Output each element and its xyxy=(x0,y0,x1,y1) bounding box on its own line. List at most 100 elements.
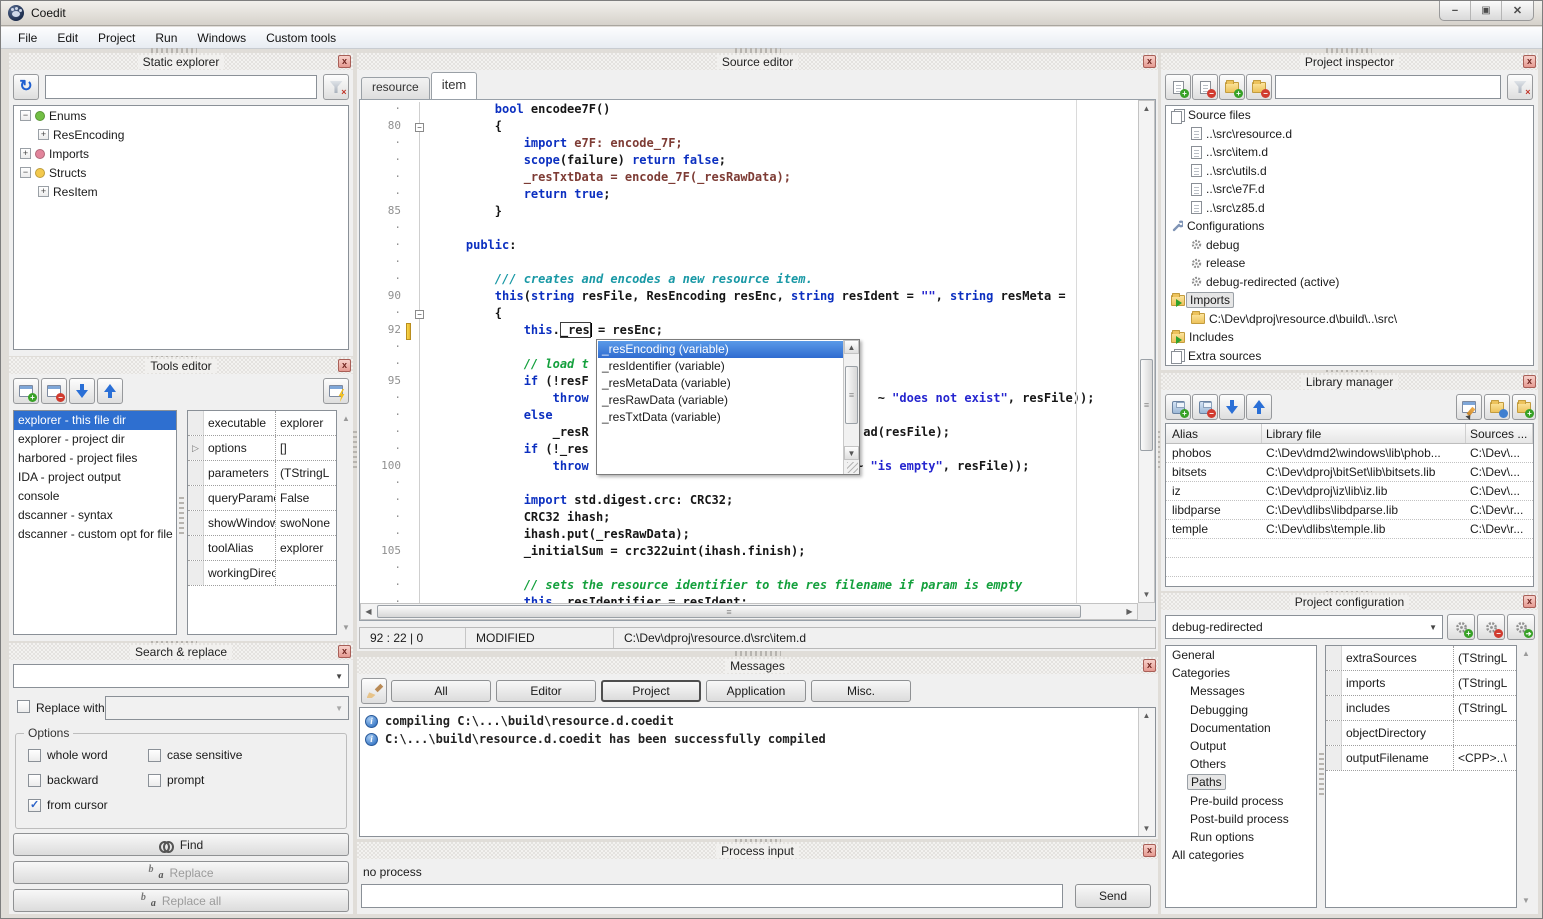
add-library-folder-button[interactable] xyxy=(1512,394,1536,420)
remove-config-button[interactable] xyxy=(1477,614,1505,640)
config-category-pre-build-process[interactable]: Pre-build process xyxy=(1166,792,1316,810)
tool-item-harbored-project-files[interactable]: harbored - project files xyxy=(14,449,176,468)
tool-item-dscanner-syntax[interactable]: dscanner - syntax xyxy=(14,506,176,525)
title-bar[interactable]: Coedit xyxy=(1,1,1542,26)
library-row-bitsets[interactable]: bitsetsC:\Dev\dproj\bitSet\lib\bitsets.l… xyxy=(1166,463,1533,482)
filter-project-button[interactable]: Project xyxy=(601,680,701,702)
tree-item-resencoding[interactable]: +ResEncoding xyxy=(14,125,348,144)
tool-item-console[interactable]: console xyxy=(14,487,176,506)
maximize-button[interactable] xyxy=(1471,1,1502,20)
column-header-sources[interactable]: Sources ... xyxy=(1466,424,1533,443)
property-value[interactable]: [] xyxy=(276,436,336,460)
tree-item-enums[interactable]: −Enums xyxy=(14,106,348,125)
menu-project[interactable]: Project xyxy=(89,28,144,48)
menu-edit[interactable]: Edit xyxy=(48,28,87,48)
library-row-iz[interactable]: izC:\Dev\dproj\iz\lib\iz.libC:\Dev\... xyxy=(1166,482,1533,501)
clone-config-button[interactable] xyxy=(1507,614,1535,640)
property-value[interactable]: swoNone xyxy=(276,511,336,535)
log-message[interactable]: C:\...\build\resource.d.coedit has been … xyxy=(360,730,1137,748)
config-category-run-options[interactable]: Run options xyxy=(1166,828,1316,846)
project-tree-item-src-z85-d[interactable]: ..\src\z85.d xyxy=(1166,199,1533,218)
completion-scroll-thumb[interactable] xyxy=(845,366,858,424)
configuration-combo[interactable]: debug-redirected xyxy=(1165,615,1443,639)
scroll-down-icon[interactable]: ▼ xyxy=(844,446,859,460)
tree-item-resitem[interactable]: +ResItem xyxy=(14,182,348,201)
replace-with-checkbox[interactable] xyxy=(17,700,30,713)
menu-windows[interactable]: Windows xyxy=(188,28,255,48)
search-replace-header[interactable]: Search & replace xyxy=(9,643,353,660)
hscroll-thumb[interactable] xyxy=(377,605,1081,618)
remove-folder-button[interactable] xyxy=(1246,74,1272,100)
process-input-field[interactable] xyxy=(361,884,1063,908)
log-message[interactable]: compiling C:\...\build\resource.d.coedit xyxy=(360,712,1137,730)
replace-all-button[interactable]: Replace all xyxy=(13,889,349,912)
clear-filter-button[interactable] xyxy=(323,74,349,100)
completion-item-residentifier-variable[interactable]: _resIdentifier (variable) xyxy=(598,358,843,375)
property-value[interactable]: explorer xyxy=(276,536,336,560)
process-input-header[interactable]: Process input xyxy=(357,842,1158,859)
dock-grip[interactable] xyxy=(735,651,781,656)
move-library-up-button[interactable] xyxy=(1246,394,1272,420)
completion-item-resencoding-variable[interactable]: _resEncoding (variable) xyxy=(598,341,843,358)
scroll-up-icon[interactable]: ▲ xyxy=(1139,708,1154,723)
config-splitter[interactable] xyxy=(1319,753,1324,797)
config-category-general[interactable]: General xyxy=(1166,646,1316,664)
close-icon[interactable] xyxy=(338,359,351,372)
library-row-phobos[interactable]: phobosC:\Dev\dmd2\windows\lib\phob...C:\… xyxy=(1166,444,1533,463)
scroll-up-icon[interactable]: ▲ xyxy=(844,340,859,354)
remove-source-button[interactable] xyxy=(1192,74,1218,100)
project-tree-item-imports[interactable]: Imports xyxy=(1166,291,1533,310)
config-category-debugging[interactable]: Debugging xyxy=(1166,701,1316,719)
checkbox-backward[interactable] xyxy=(28,774,41,787)
edit-library-button[interactable] xyxy=(1456,394,1482,420)
close-icon[interactable] xyxy=(338,645,351,658)
tree-item-imports[interactable]: +Imports xyxy=(14,144,348,163)
close-icon[interactable] xyxy=(1143,844,1156,857)
search-term-combo[interactable] xyxy=(13,664,349,688)
close-icon[interactable] xyxy=(1143,659,1156,672)
vscroll-thumb[interactable] xyxy=(1140,359,1153,451)
close-icon[interactable] xyxy=(1143,55,1156,68)
minimize-button[interactable] xyxy=(1440,1,1471,20)
scroll-up-icon[interactable]: ▲ xyxy=(1139,101,1154,116)
editor-hscrollbar[interactable]: ◀ ▶ xyxy=(360,603,1138,620)
project-tree-item-c-dev-dproj-resource-d-build-src[interactable]: C:\Dev\dproj\resource.d\build\..\src\ xyxy=(1166,310,1533,329)
tools-editor-header[interactable]: Tools editor xyxy=(9,357,353,374)
source-editor-header[interactable]: Source editor xyxy=(357,53,1158,70)
messages-header[interactable]: Messages xyxy=(357,657,1158,674)
project-tree-item-release[interactable]: release xyxy=(1166,254,1533,273)
config-category-categories[interactable]: Categories xyxy=(1166,664,1316,682)
column-header-library-file[interactable]: Library file xyxy=(1262,424,1466,443)
add-library-button[interactable] xyxy=(1165,394,1191,420)
expander-icon[interactable]: − xyxy=(20,167,31,178)
execute-tool-button[interactable] xyxy=(323,378,349,404)
clear-messages-button[interactable] xyxy=(361,678,387,704)
resize-grip[interactable] xyxy=(847,462,858,473)
add-source-button[interactable] xyxy=(1165,74,1191,100)
project-tree-item-extra-sources[interactable]: Extra sources xyxy=(1166,347,1533,366)
tool-item-dscanner-custom-opt-for-file[interactable]: dscanner - custom opt for file xyxy=(14,525,176,544)
completion-item-resmetadata-variable[interactable]: _resMetaData (variable) xyxy=(598,375,843,392)
add-tool-button[interactable] xyxy=(13,378,39,404)
open-library-folder-button[interactable] xyxy=(1484,394,1510,420)
close-icon[interactable] xyxy=(1523,595,1536,608)
expander-icon[interactable]: − xyxy=(20,110,31,121)
send-button[interactable]: Send xyxy=(1075,884,1151,908)
close-icon[interactable] xyxy=(338,55,351,68)
property-value[interactable]: False xyxy=(276,486,336,510)
fold-collapse-icon[interactable] xyxy=(415,123,424,132)
move-tool-down-button[interactable] xyxy=(69,378,95,404)
library-row-libdparse[interactable]: libdparseC:\Dev\dlibs\libdparse.libC:\De… xyxy=(1166,501,1533,520)
project-tree-item-debug[interactable]: debug xyxy=(1166,236,1533,255)
column-header-alias[interactable]: Alias xyxy=(1166,424,1262,443)
property-value[interactable] xyxy=(1454,721,1516,745)
refresh-button[interactable] xyxy=(13,74,39,100)
expander-icon[interactable]: + xyxy=(20,148,31,159)
completion-item-resrawdata-variable[interactable]: _resRawData (variable) xyxy=(598,392,843,409)
config-category-documentation[interactable]: Documentation xyxy=(1166,719,1316,737)
filter-editor-button[interactable]: Editor xyxy=(496,680,596,702)
tool-item-ida-project-output[interactable]: IDA - project output xyxy=(14,468,176,487)
config-category-paths[interactable]: Paths xyxy=(1166,773,1316,791)
property-value[interactable]: (TStringL xyxy=(1454,671,1516,695)
symbol-filter-input[interactable] xyxy=(45,75,317,99)
